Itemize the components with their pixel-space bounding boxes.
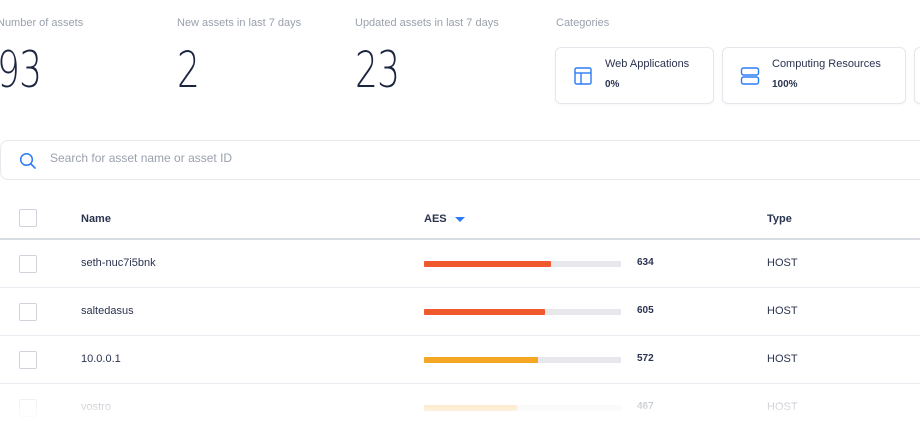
category-card-computing-resources[interactable]: Computing Resources 100% bbox=[722, 47, 906, 104]
asset-type: HOST bbox=[767, 353, 798, 365]
aes-bar-fill bbox=[424, 261, 551, 267]
aes-score: 634 bbox=[637, 257, 654, 268]
row-checkbox[interactable] bbox=[19, 303, 37, 321]
category-percent: 100% bbox=[772, 79, 798, 90]
asset-type: HOST bbox=[767, 401, 798, 413]
asset-type: HOST bbox=[767, 257, 798, 269]
column-header-label: AES bbox=[424, 213, 447, 225]
table-header: Name AES Type bbox=[0, 198, 920, 240]
category-name: Computing Resources bbox=[772, 58, 881, 70]
asset-name[interactable]: seth-nuc7i5bnk bbox=[81, 257, 156, 269]
column-header-type[interactable]: Type bbox=[767, 213, 792, 225]
category-percent: 0% bbox=[605, 79, 620, 90]
aes-score: 572 bbox=[637, 353, 654, 364]
column-header-name[interactable]: Name bbox=[81, 213, 111, 225]
stat-value: 23 bbox=[355, 41, 400, 99]
stat-value: 2 bbox=[177, 41, 200, 99]
asset-type: HOST bbox=[767, 305, 798, 317]
aes-bar bbox=[424, 405, 621, 411]
aes-bar-fill bbox=[424, 357, 538, 363]
search-icon bbox=[19, 152, 36, 169]
aes-score: 605 bbox=[637, 305, 654, 316]
aes-bar bbox=[424, 309, 621, 315]
category-card-web-applications[interactable]: Web Applications 0% bbox=[555, 47, 714, 104]
asset-name[interactable]: vostro bbox=[81, 401, 111, 413]
column-header-label: Type bbox=[767, 213, 792, 225]
aes-bar-fill bbox=[424, 405, 517, 411]
web-app-icon bbox=[574, 67, 592, 85]
server-icon bbox=[740, 67, 760, 85]
select-all-checkbox[interactable] bbox=[19, 209, 37, 227]
categories-label: Categories bbox=[556, 17, 610, 29]
asset-name[interactable]: saltedasus bbox=[81, 305, 134, 317]
row-checkbox[interactable] bbox=[19, 351, 37, 369]
table-row[interactable]: seth-nuc7i5bnk 634 HOST bbox=[0, 240, 920, 288]
asset-search-bar[interactable] bbox=[0, 140, 920, 180]
aes-bar-fill bbox=[424, 309, 545, 315]
stat-label: Updated assets in last 7 days bbox=[355, 17, 499, 29]
asset-name[interactable]: 10.0.0.1 bbox=[81, 353, 121, 365]
sort-descending-icon bbox=[454, 216, 465, 222]
stat-label: New assets in last 7 days bbox=[177, 17, 302, 29]
stat-label: Number of assets bbox=[0, 17, 84, 29]
category-card-partial[interactable] bbox=[914, 47, 920, 104]
stats-summary: Number of assets 93 New assets in last 7… bbox=[0, 0, 920, 130]
table-row[interactable]: vostro 467 HOST bbox=[0, 384, 920, 424]
table-row[interactable]: saltedasus 605 HOST bbox=[0, 288, 920, 336]
column-header-label: Name bbox=[81, 213, 111, 225]
aes-bar bbox=[424, 261, 621, 267]
aes-score: 467 bbox=[637, 401, 654, 412]
category-name: Web Applications bbox=[605, 58, 690, 70]
search-input[interactable] bbox=[50, 151, 550, 165]
stat-value: 93 bbox=[0, 41, 42, 99]
row-checkbox[interactable] bbox=[19, 255, 37, 273]
table-row[interactable]: 10.0.0.1 572 HOST bbox=[0, 336, 920, 384]
column-header-aes[interactable]: AES bbox=[424, 213, 465, 225]
row-checkbox[interactable] bbox=[19, 399, 37, 417]
aes-bar bbox=[424, 357, 621, 363]
